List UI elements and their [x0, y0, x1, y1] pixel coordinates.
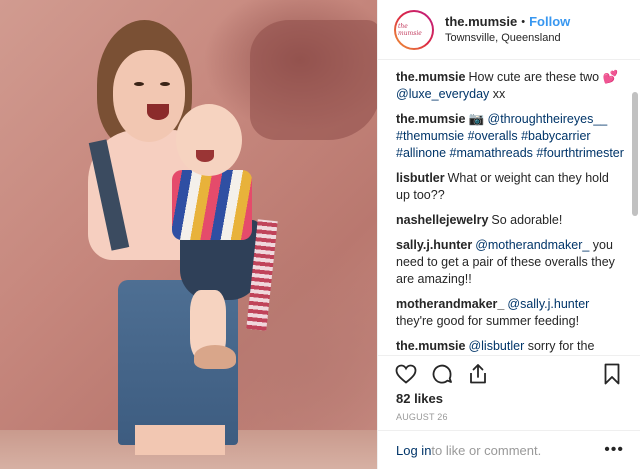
mother-smile: [147, 104, 169, 120]
comment-text: 📷: [468, 112, 488, 126]
comment-item: nashellejewelry So adorable!: [396, 212, 626, 229]
comment-text: So adorable!: [491, 213, 563, 227]
share-icon[interactable]: [466, 362, 490, 386]
comment-text: xx: [489, 87, 506, 101]
login-prompt: to like or comment.: [431, 442, 542, 458]
comment-text: they're good for summer feeding!: [396, 314, 580, 328]
comment-username[interactable]: nashellejewelry: [396, 213, 488, 227]
more-options-icon[interactable]: •••: [604, 441, 624, 459]
mention-link[interactable]: @sally.j.hunter: [507, 297, 589, 311]
post-photo[interactable]: [0, 0, 377, 469]
comment-item: sally.j.hunter @motherandmaker_ you need …: [396, 237, 626, 288]
mother-legs: [135, 425, 225, 455]
comment-username[interactable]: motherandmaker_: [396, 297, 504, 311]
follow-button[interactable]: Follow: [529, 14, 570, 30]
comment-icon[interactable]: [430, 362, 454, 386]
comment-item: the.mumsie 📷 @throughtheireyes__ #themums…: [396, 111, 626, 162]
baby-face: [176, 104, 242, 176]
comment-username[interactable]: the.mumsie: [396, 70, 465, 84]
mention-link[interactable]: @lisbutler: [468, 339, 524, 353]
hashtag-link[interactable]: #mamathreads: [450, 146, 533, 160]
comment-item: the.mumsie@lisbutler sorry for the delay…: [396, 338, 626, 355]
wall-shadow: [250, 20, 377, 140]
header-top-row: the.mumsie • Follow: [445, 14, 570, 30]
hashtag-link[interactable]: #overalls: [468, 129, 518, 143]
post-sidebar: the mumsie the.mumsie • Follow Townsvill…: [377, 0, 640, 469]
like-count[interactable]: 82 likes: [396, 391, 443, 406]
mention-link[interactable]: @motherandmaker_: [475, 238, 589, 252]
avatar-logo: the mumsie: [396, 11, 432, 48]
baby-shoe: [194, 345, 236, 369]
comments-list[interactable]: the.mumsie How cute are these two 💕 @luxe…: [378, 61, 640, 355]
comment-username[interactable]: sally.j.hunter: [396, 238, 472, 252]
separator-dot: •: [521, 15, 526, 28]
username-link[interactable]: the.mumsie: [445, 14, 517, 30]
mention-link[interactable]: @luxe_everyday: [396, 87, 489, 101]
comment-username[interactable]: lisbutler: [396, 171, 445, 185]
comments-scrollbar[interactable]: [632, 92, 638, 216]
avatar[interactable]: the mumsie: [394, 9, 434, 50]
action-bar: [378, 355, 640, 391]
bookmark-icon[interactable]: [600, 362, 624, 386]
baby-striped-shirt: [172, 170, 252, 240]
baby-smile: [196, 150, 214, 162]
post-date: AUGUST 26: [396, 412, 448, 422]
heart-icon[interactable]: [394, 362, 418, 386]
mother-eye: [134, 82, 144, 86]
mother-eye: [160, 82, 170, 86]
mother-face: [113, 50, 185, 142]
mention-link[interactable]: @throughtheireyes__: [488, 112, 608, 126]
hashtag-link[interactable]: #fourthtrimester: [536, 146, 624, 160]
login-footer: Log in to like or comment. •••: [378, 430, 640, 469]
comment-item: the.mumsie How cute are these two 💕 @luxe…: [396, 69, 626, 103]
comment-item: motherandmaker_ @sally.j.hunter they're g…: [396, 296, 626, 330]
comment-item: lisbutler What or weight can they hold up…: [396, 170, 626, 204]
comment-text: How cute are these two 💕: [468, 70, 619, 84]
location-link[interactable]: Townsville, Queensland: [445, 30, 570, 46]
hashtag-link[interactable]: #themumsie: [396, 129, 464, 143]
header-text: the.mumsie • Follow Townsville, Queensla…: [445, 14, 570, 46]
hashtag-link[interactable]: #allinone: [396, 146, 446, 160]
hashtag-link[interactable]: #babycarrier: [521, 129, 590, 143]
comment-username[interactable]: the.mumsie: [396, 339, 465, 353]
login-link[interactable]: Log in: [396, 443, 431, 458]
comment-username[interactable]: the.mumsie: [396, 112, 465, 126]
post-header: the mumsie the.mumsie • Follow Townsvill…: [378, 0, 640, 60]
